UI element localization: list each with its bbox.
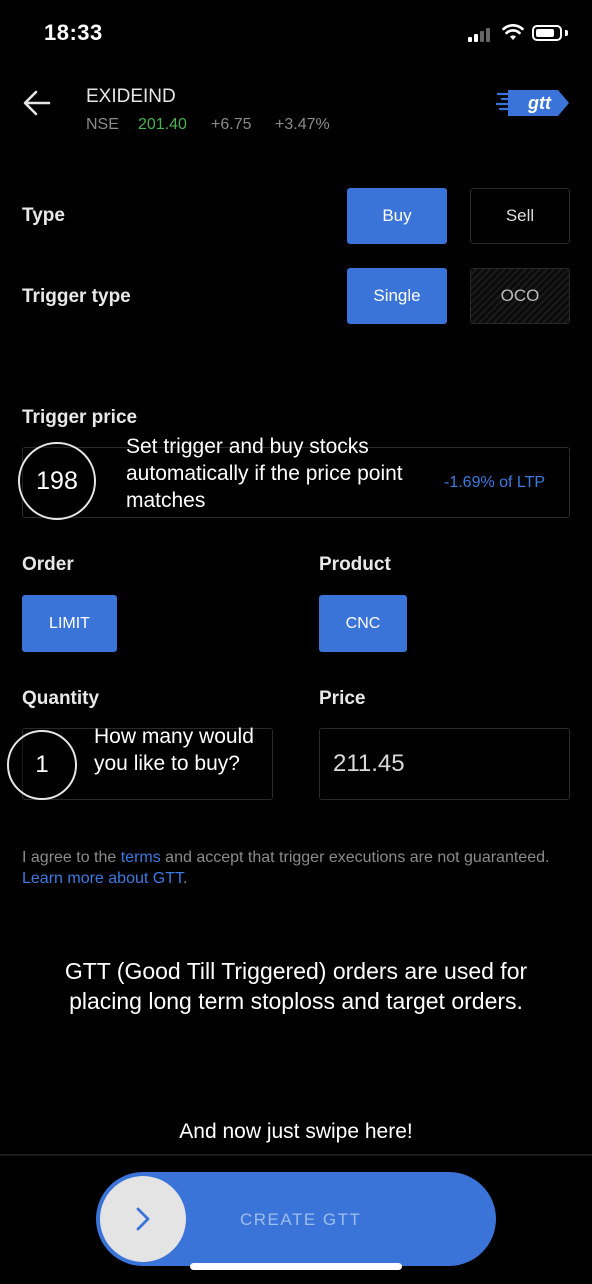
gtt-info-text: GTT (Good Till Triggered) orders are use… xyxy=(64,958,528,1014)
bottom-divider xyxy=(0,1154,592,1156)
trigger-price-label: Trigger price xyxy=(22,407,138,428)
quantity-label: Quantity xyxy=(22,688,100,709)
sell-toggle-button[interactable]: Sell xyxy=(470,188,570,244)
buy-toggle-button[interactable]: Buy xyxy=(347,188,447,244)
learn-more-gtt-link[interactable]: Learn more about GTT xyxy=(22,870,183,887)
price-label: Price xyxy=(319,688,366,709)
swipe-hint-text: And now just swipe here! xyxy=(179,1120,413,1143)
product-cnc-button[interactable]: CNC xyxy=(319,595,407,652)
battery-cap xyxy=(565,30,568,36)
svg-text:gtt: gtt xyxy=(527,93,552,113)
single-trigger-button[interactable]: Single xyxy=(347,268,447,324)
order-label: Order xyxy=(22,554,74,575)
battery-icon xyxy=(532,25,562,41)
price-change: +6.75 xyxy=(211,116,252,133)
status-time: 18:33 xyxy=(44,20,103,45)
back-arrow-icon[interactable] xyxy=(22,88,52,118)
quantity-value[interactable]: 1 xyxy=(7,730,77,800)
wifi-icon xyxy=(502,24,524,40)
oco-trigger-button[interactable]: OCO xyxy=(470,268,570,324)
trigger-hint-text: Set trigger and buy stocks automatically… xyxy=(126,435,403,512)
exchange-label: NSE xyxy=(86,116,119,133)
create-gtt-label: CREATE GTT xyxy=(240,1210,362,1229)
home-indicator xyxy=(190,1263,402,1270)
price-change-percent: +3.47% xyxy=(275,116,330,133)
terms-prefix: I agree to the xyxy=(22,849,121,866)
instrument-symbol: EXIDEIND xyxy=(86,86,176,107)
chevron-right-icon xyxy=(136,1207,150,1231)
order-type-limit-button[interactable]: LIMIT xyxy=(22,595,117,652)
trigger-type-label: Trigger type xyxy=(22,286,131,307)
terms-suffix: . xyxy=(182,870,188,887)
slider-knob[interactable] xyxy=(100,1176,186,1262)
type-label: Type xyxy=(22,205,65,226)
trigger-price-value[interactable]: 198 xyxy=(18,442,96,520)
price-value[interactable]: 211.45 xyxy=(333,750,405,778)
cellular-signal-icon xyxy=(468,26,494,42)
quantity-hint-text: How many would you like to buy? xyxy=(94,725,254,775)
product-label: Product xyxy=(319,554,391,575)
terms-link[interactable]: terms xyxy=(121,849,161,866)
last-traded-price: 201.40 xyxy=(138,116,187,133)
terms-text: I agree to the terms and accept that tri… xyxy=(22,847,570,889)
terms-middle: and accept that trigger executions are n… xyxy=(160,849,550,866)
gtt-logo-icon: gtt xyxy=(496,90,569,116)
trigger-percent-of-ltp: -1.69% of LTP xyxy=(444,474,546,491)
